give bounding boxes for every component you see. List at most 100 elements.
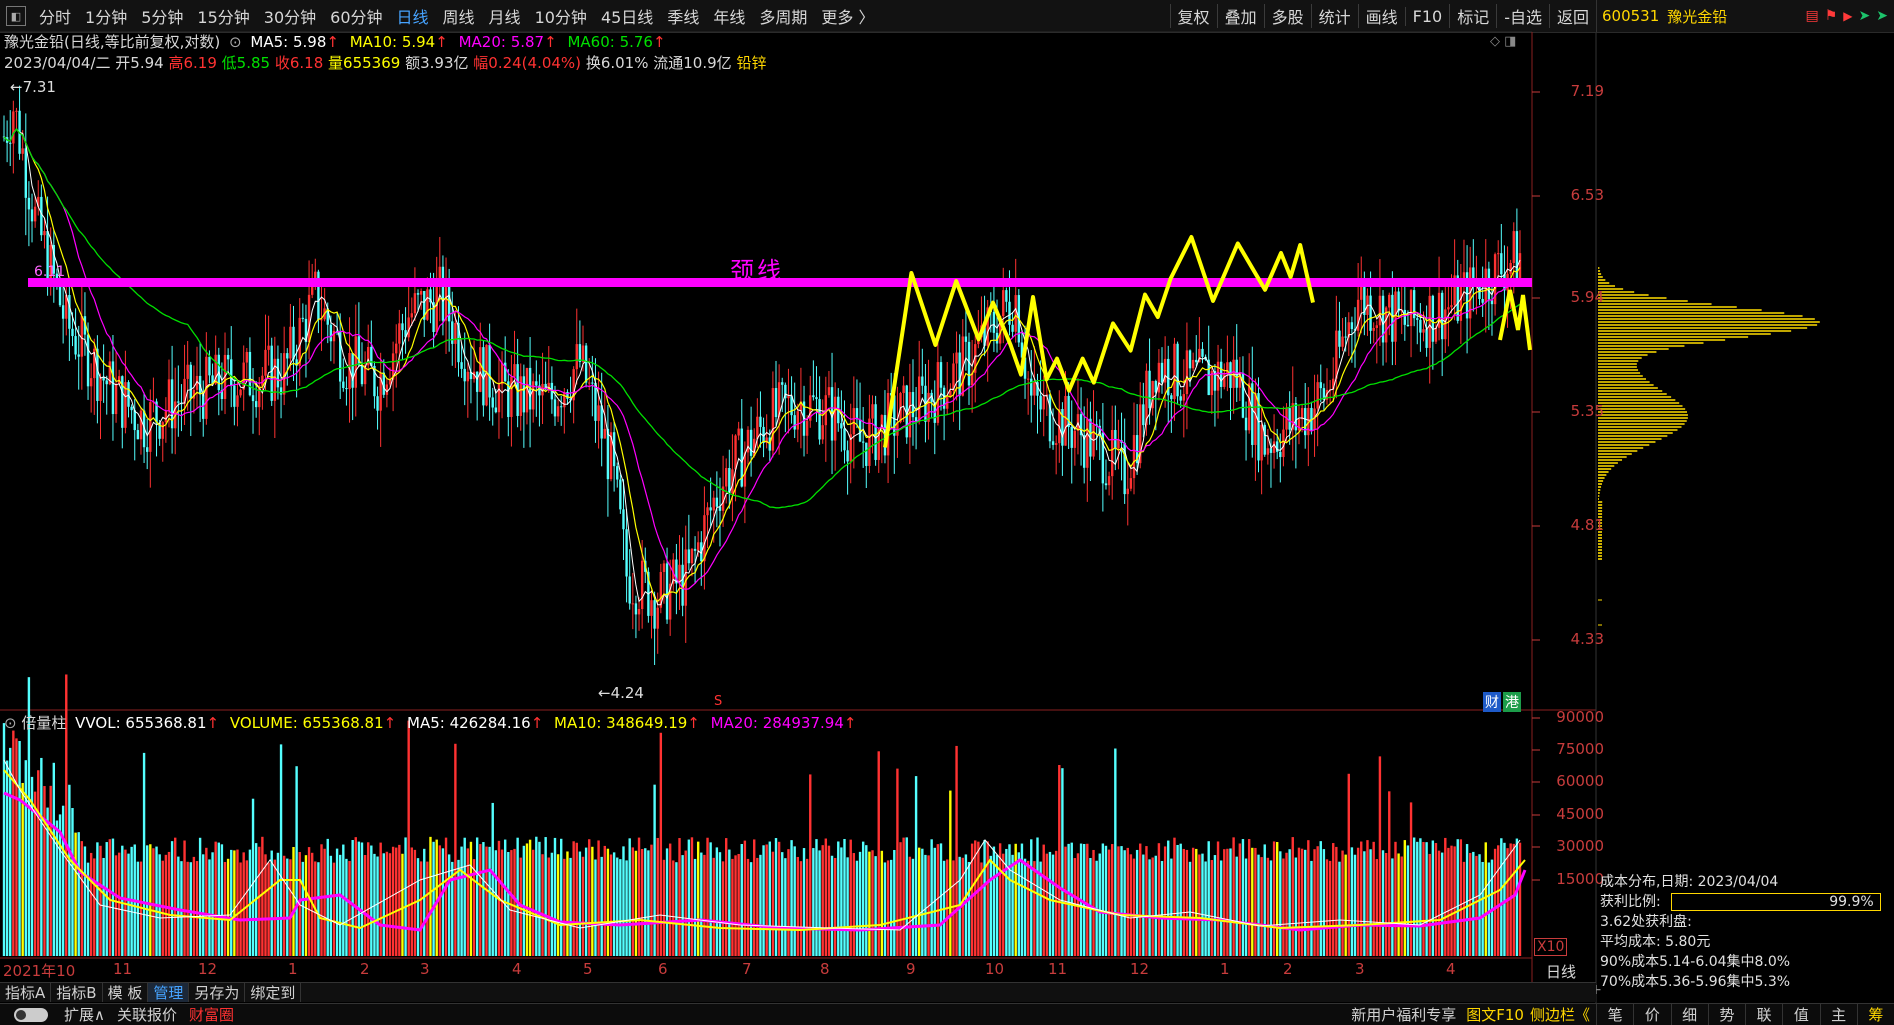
right-panel-tab[interactable]: 联 bbox=[1745, 1004, 1782, 1025]
volume-bar bbox=[1123, 850, 1126, 956]
candle-body bbox=[815, 397, 818, 400]
candle-body bbox=[865, 442, 868, 466]
indicator-tab[interactable]: 指标B bbox=[51, 983, 103, 1002]
volume-bar bbox=[93, 858, 96, 956]
volume-bar bbox=[152, 848, 155, 956]
candle-body bbox=[139, 410, 143, 440]
indicator-name: 倍量柱 bbox=[21, 714, 67, 732]
volume-bar bbox=[784, 858, 787, 956]
related-quotes-button[interactable]: 关联报价 bbox=[111, 1004, 183, 1025]
volume-bar bbox=[214, 841, 217, 956]
volume-bar bbox=[177, 856, 180, 956]
gang-badge[interactable]: 港 bbox=[1503, 692, 1521, 712]
candle-body bbox=[560, 406, 563, 408]
indicator-menu-icon[interactable]: ⊙ bbox=[4, 714, 17, 732]
volume-bar bbox=[376, 856, 379, 956]
volume-bar bbox=[563, 858, 566, 956]
candle-body bbox=[451, 321, 454, 344]
expand-toggle[interactable] bbox=[14, 1007, 48, 1022]
candle-body bbox=[1406, 324, 1410, 327]
indicator-tab-bar: 指标A 指标B 模 板管理 另存为 绑定到 bbox=[0, 982, 1596, 1002]
candle-body bbox=[395, 343, 398, 354]
volume-bar bbox=[1073, 858, 1077, 956]
right-panel-tab[interactable]: 价 bbox=[1633, 1004, 1670, 1025]
volume-bar bbox=[1030, 839, 1033, 956]
volume-bar bbox=[77, 832, 80, 956]
indicator-tab[interactable]: 指标A bbox=[0, 983, 52, 1002]
volume-bar bbox=[846, 857, 849, 956]
candle-body bbox=[245, 351, 249, 363]
indicator-tab[interactable]: 绑定到 bbox=[245, 983, 302, 1002]
volume-bar bbox=[233, 850, 236, 956]
volume-bar bbox=[774, 838, 778, 956]
volume-bar bbox=[482, 842, 485, 956]
volume-bar bbox=[1126, 847, 1129, 956]
volume-bar bbox=[1017, 852, 1021, 956]
volume-bar bbox=[329, 855, 333, 956]
candle-body bbox=[426, 289, 429, 320]
volume-bar bbox=[388, 853, 392, 956]
indicator-tab[interactable]: 另存为 bbox=[189, 983, 246, 1002]
candle-body bbox=[958, 352, 961, 396]
volume-bar bbox=[812, 848, 815, 956]
right-panel-tab[interactable]: 主 bbox=[1819, 1004, 1857, 1025]
volume-bar bbox=[1437, 850, 1441, 956]
volume-bar bbox=[460, 846, 463, 956]
volume-bar bbox=[787, 849, 790, 956]
right-panel-tabs: 笔价细势联值主筹 bbox=[1596, 1003, 1894, 1025]
candle-body bbox=[133, 410, 136, 431]
volume-bar bbox=[1372, 841, 1375, 956]
right-panel-tab[interactable]: 筹 bbox=[1856, 1004, 1894, 1025]
volume-bar bbox=[1191, 847, 1195, 956]
indicator-tab[interactable]: 模 板 bbox=[103, 983, 149, 1002]
month-label: 9 bbox=[906, 960, 916, 978]
month-label: 1 bbox=[288, 960, 298, 978]
volume-bar bbox=[967, 861, 971, 956]
candle-body bbox=[939, 362, 943, 388]
volume-bar bbox=[1269, 860, 1273, 956]
volume-bar bbox=[1257, 854, 1260, 956]
volume-bar bbox=[491, 802, 494, 956]
volume-bar bbox=[1160, 861, 1164, 956]
f10-link[interactable]: 图文F10 bbox=[1462, 1004, 1528, 1025]
candle-body bbox=[553, 399, 557, 417]
month-label: 2021年10 bbox=[3, 962, 76, 980]
expand-button[interactable]: 扩展∧ bbox=[58, 1004, 111, 1025]
volume-bar bbox=[149, 844, 152, 956]
volume-bar bbox=[594, 859, 597, 956]
volume-bar bbox=[619, 859, 622, 956]
right-panel-tab[interactable]: 势 bbox=[1707, 1004, 1745, 1025]
candle-body bbox=[345, 388, 348, 390]
volume-bar bbox=[1235, 856, 1238, 956]
candle-body bbox=[1117, 440, 1120, 449]
month-label: 3 bbox=[420, 960, 430, 978]
volume-bar bbox=[1086, 843, 1089, 956]
volume-bar bbox=[469, 841, 473, 956]
volume-bar bbox=[1294, 857, 1298, 956]
candle-body bbox=[1304, 408, 1307, 436]
volume-bar bbox=[939, 843, 943, 956]
right-panel-tab[interactable]: 细 bbox=[1670, 1004, 1708, 1025]
indicator-tab[interactable]: 管理 bbox=[148, 983, 190, 1002]
cai-badge[interactable]: 财 bbox=[1483, 692, 1501, 712]
sidebar-toggle[interactable]: 侧边栏《 bbox=[1528, 1004, 1596, 1025]
badges[interactable]: 财 港 bbox=[1483, 692, 1521, 712]
volume-bar bbox=[998, 843, 1002, 956]
month-label: 12 bbox=[198, 960, 218, 978]
wealth-circle-button[interactable]: 财富圈 bbox=[183, 1004, 240, 1025]
volume-bar bbox=[768, 841, 771, 956]
volume-bar bbox=[681, 855, 684, 956]
new-user-benefit-link[interactable]: 新用户福利专享 bbox=[1345, 1004, 1462, 1025]
volume-bar bbox=[918, 847, 921, 956]
volume-bar bbox=[833, 857, 837, 956]
volume-bar bbox=[466, 848, 470, 956]
volume-bar bbox=[815, 839, 818, 956]
candle-body bbox=[843, 428, 846, 451]
volume-bar bbox=[799, 861, 803, 956]
candle-body bbox=[488, 344, 491, 398]
right-panel-tab[interactable]: 笔 bbox=[1596, 1004, 1633, 1025]
volume-value: VOLUME: 655368.81 bbox=[229, 714, 384, 732]
volume-bar bbox=[145, 845, 149, 956]
volume-bar bbox=[986, 841, 989, 956]
right-panel-tab[interactable]: 值 bbox=[1782, 1004, 1819, 1025]
